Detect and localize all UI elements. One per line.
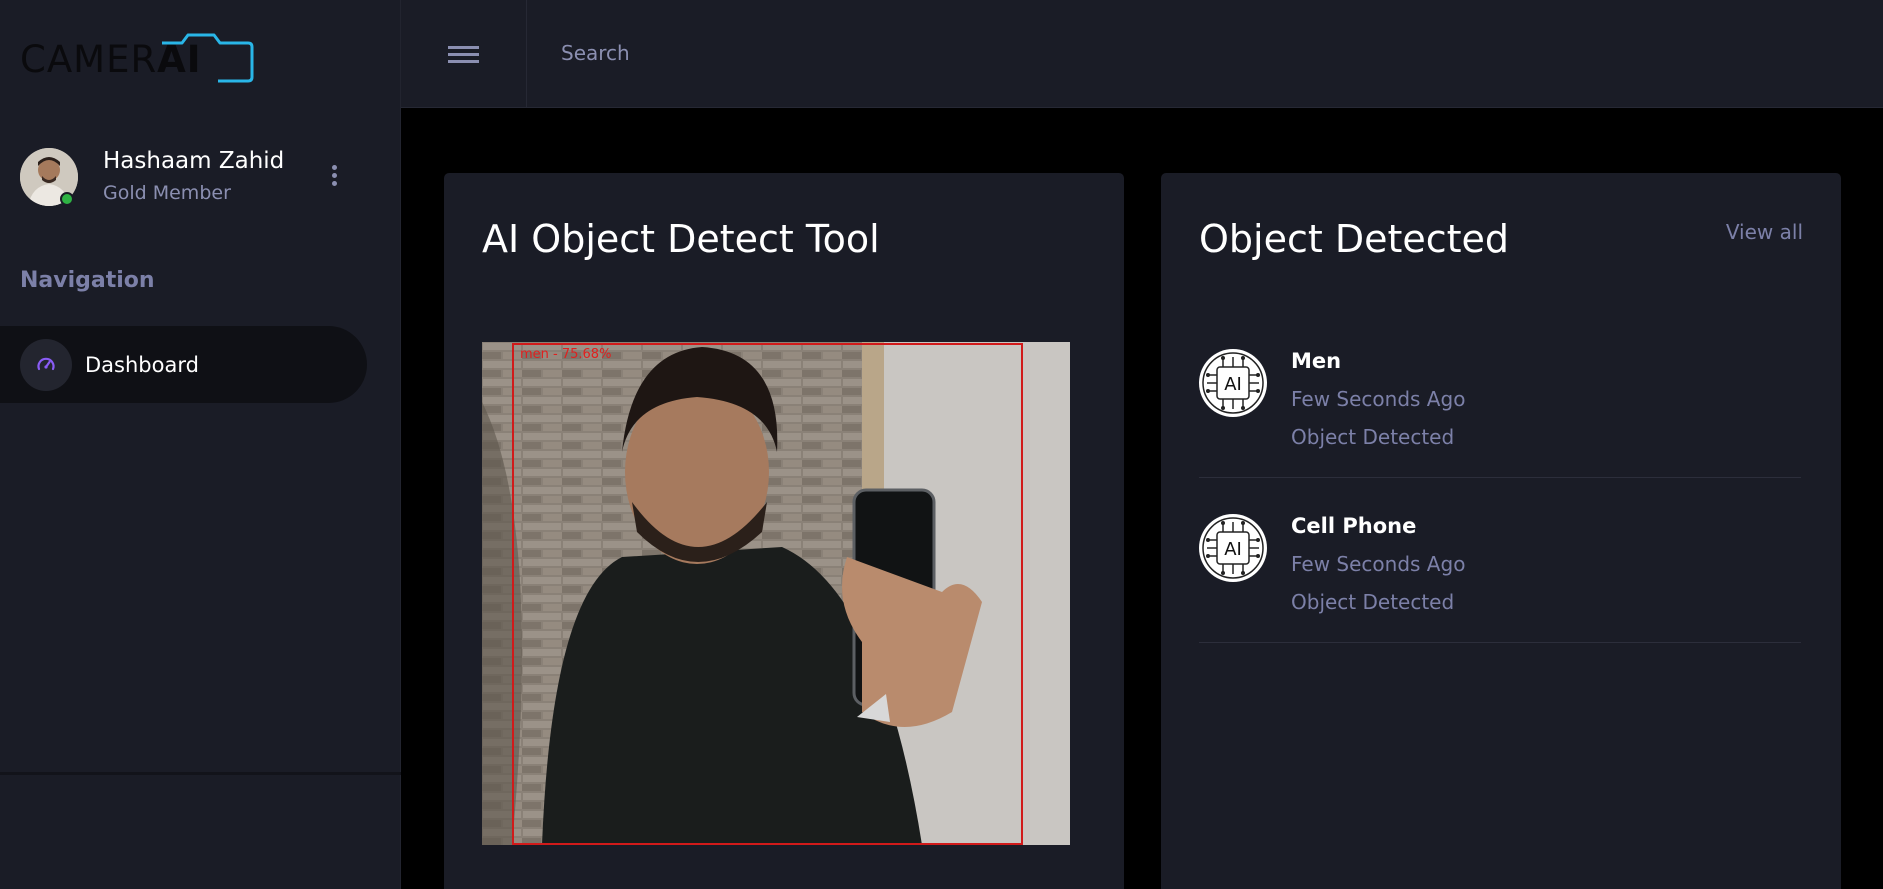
online-status-indicator [60, 192, 74, 206]
detected-object-time: Few Seconds Ago [1291, 552, 1466, 576]
camera-outline-icon [162, 33, 254, 83]
objects-detected-card: Object Detected View all AI Men Few Seco… [1161, 173, 1841, 889]
list-item[interactable]: AI Men Few Seconds Ago Object Detected [1199, 313, 1801, 478]
detection-label: men - 75.68% [520, 347, 612, 362]
user-name: Hashaam Zahid [103, 148, 285, 174]
objects-detected-title: Object Detected [1199, 217, 1510, 261]
detected-object-status: Object Detected [1291, 425, 1455, 449]
detection-bounding-box: men - 75.68% [512, 343, 1023, 845]
list-item[interactable]: AI Cell Phone Few Seconds Ago Object Det… [1199, 478, 1801, 643]
detect-tool-card: AI Object Detect Tool men - 75.68% [444, 173, 1124, 889]
detected-object-name: Men [1291, 349, 1342, 373]
user-profile: Hashaam Zahid Gold Member [20, 148, 360, 208]
svg-text:AI: AI [1224, 374, 1242, 395]
ai-chip-icon: AI [1199, 349, 1267, 417]
view-all-link[interactable]: View all [1726, 220, 1803, 244]
svg-text:AI: AI [1224, 539, 1242, 560]
sidebar-divider [0, 772, 401, 775]
nav-heading: Navigation [20, 268, 155, 293]
hamburger-menu-icon[interactable] [401, 0, 527, 108]
user-role: Gold Member [103, 182, 231, 204]
sidebar-item-dashboard[interactable]: Dashboard [0, 326, 367, 403]
search-input[interactable] [561, 32, 1161, 74]
sidebar-item-label: Dashboard [85, 352, 199, 377]
more-options-icon[interactable] [326, 162, 342, 192]
speedometer-icon [20, 338, 72, 391]
camera-feed: men - 75.68% [482, 342, 1070, 845]
detected-object-status: Object Detected [1291, 590, 1455, 614]
app-logo[interactable]: CAMERAI [20, 33, 254, 85]
ai-chip-icon: AI [1199, 514, 1267, 582]
sidebar: CAMERAI Hashaam Zahid Gold Member Naviga… [0, 0, 401, 889]
top-bar [401, 0, 1883, 108]
detect-tool-title: AI Object Detect Tool [482, 217, 880, 261]
detected-object-time: Few Seconds Ago [1291, 387, 1466, 411]
logo-text-main: CAMER [20, 37, 158, 81]
detected-object-name: Cell Phone [1291, 514, 1417, 538]
